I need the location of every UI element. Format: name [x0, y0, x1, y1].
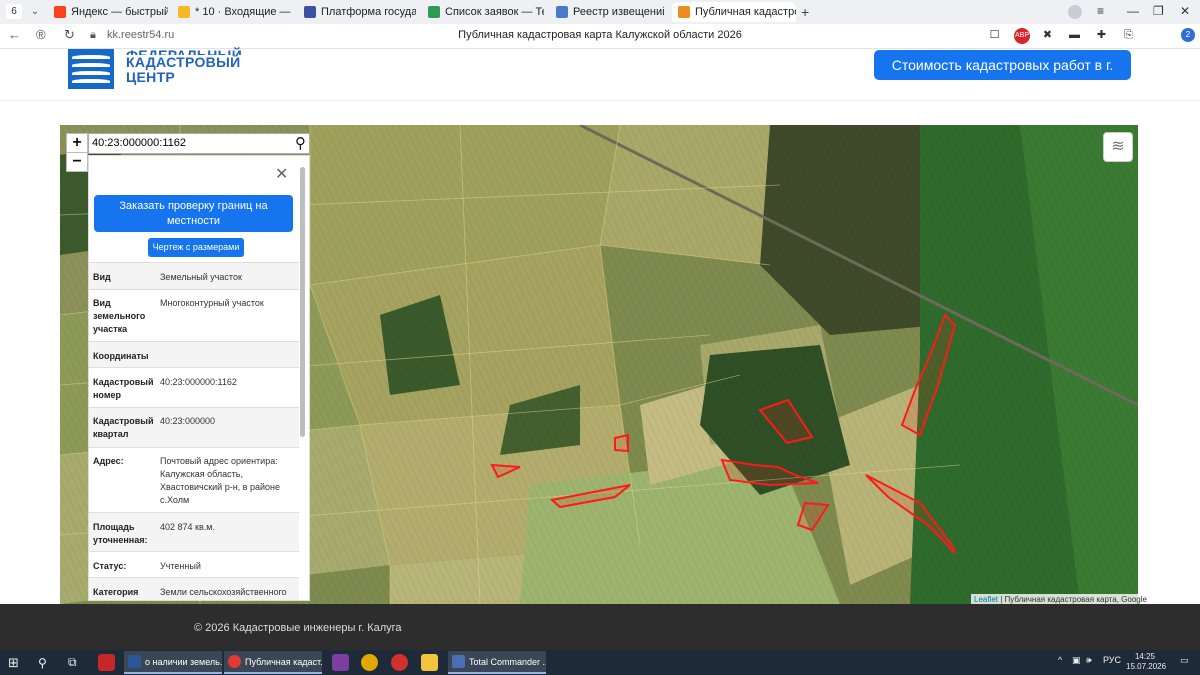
gmail-favicon-icon [428, 6, 440, 18]
profile-avatar-icon[interactable] [1068, 5, 1082, 19]
fcc-logo-icon[interactable] [68, 49, 114, 89]
taskbar-app-total-commander[interactable]: Total Commander ... [448, 651, 546, 674]
zoom-out-button[interactable]: − [66, 152, 88, 172]
mail-favicon-icon [178, 6, 190, 18]
bookmark-icon[interactable]: ☐ [987, 28, 1002, 43]
tab-label: Яндекс — быстрый поиск [71, 6, 168, 18]
search-icon[interactable]: ⚲ [295, 134, 306, 152]
search-icon[interactable]: ⚲ [38, 653, 47, 672]
tab-label: Платформа государстве [321, 6, 416, 18]
menu-icon[interactable]: ≡ [1097, 4, 1104, 18]
info-row: Вид Земельный участок [89, 262, 299, 290]
info-row: Адрес: Почтовый адрес ориентира: Калужск… [89, 447, 299, 513]
drawing-with-dimensions-button[interactable]: Чертеж с размерами [148, 238, 244, 257]
leaflet-link[interactable]: Leaflet [974, 595, 998, 604]
site-footer: © 2026 Кадастровые инженеры г. Калуга [0, 604, 1200, 650]
layers-control-icon[interactable]: ≋ [1103, 132, 1133, 162]
tab-label: Реестр извещений [573, 6, 664, 18]
volume-icon[interactable]: 🕪︎ [1086, 655, 1092, 666]
tab-count-badge[interactable]: 6 [6, 4, 22, 19]
tab-yandex-mail[interactable]: * 10 · Входящие — Яндекс [178, 2, 292, 22]
panel-close-icon[interactable]: ✕ [275, 164, 288, 184]
cadastral-number-input[interactable] [89, 134, 285, 151]
yandex-browser-app-icon [228, 655, 241, 668]
map-favicon-icon [678, 6, 690, 18]
adblock-extension-icon[interactable]: ABP [1014, 28, 1030, 44]
task-view-icon[interactable]: ⧉ [68, 653, 77, 672]
tab-label: Список заявок — ТехноК [445, 6, 544, 18]
chrome-app-icon[interactable] [361, 654, 378, 671]
windows-start-icon[interactable]: ⊞ [8, 653, 19, 672]
emblem-favicon-icon [556, 6, 568, 18]
total-commander-app-icon [452, 655, 465, 668]
app-icon[interactable] [391, 654, 408, 671]
app-grid-icon[interactable] [332, 654, 349, 671]
cap-extension-icon[interactable]: ▬ [1067, 28, 1082, 43]
tab-notice-registry[interactable]: Реестр извещений [556, 2, 664, 22]
restore-icon[interactable]: ❐ [1153, 4, 1164, 18]
taskbar-app-browser[interactable]: Публичная кадаст... [224, 651, 322, 674]
cadastral-work-price-button[interactable]: Стоимость кадастровых работ в г. Калуга [874, 50, 1131, 103]
window-close-icon[interactable]: ✕ [1180, 4, 1190, 18]
info-row: Вид земельного участка Многоконтурный уч… [89, 289, 299, 342]
notifications-badge[interactable]: 2 [1181, 28, 1195, 42]
browser-tab-bar: 6 ⌄ Яндекс — быстрый поиск * 10 · Входящ… [0, 0, 1200, 24]
emblem-favicon-icon [304, 6, 316, 18]
new-tab-button[interactable]: + [801, 4, 809, 20]
order-boundary-check-button[interactable]: Заказать проверку границ на местности [94, 195, 293, 232]
info-row: Площадь уточненная: 402 874 кв.м. [89, 512, 299, 552]
share-icon[interactable]: ⎘ [1121, 28, 1136, 43]
keyboard-language[interactable]: РУС [1103, 655, 1121, 665]
tab-gov-platform[interactable]: Платформа государстве [304, 2, 416, 22]
file-explorer-icon[interactable] [421, 654, 438, 671]
panel-scrollbar[interactable] [300, 167, 305, 437]
copyright-text: © 2026 Кадастровые инженеры г. Калуга [194, 622, 402, 634]
tab-yandex-search[interactable]: Яндекс — быстрый поиск [54, 2, 168, 22]
site-header: ФЕДЕРАЛЬНЫЙ КАДАСТРОВЫЙ ЦЕНТР Стоимость … [0, 47, 1200, 103]
info-row: Кадастровый квартал 40:23:000000 [89, 407, 299, 448]
tab-label: * 10 · Входящие — Яндекс [195, 6, 292, 18]
acrobat-app-icon[interactable] [98, 654, 115, 671]
info-row: Координаты [89, 341, 299, 368]
extensions-icon[interactable]: ✚ [1094, 28, 1109, 43]
info-row: Статус: Учтенный [89, 551, 299, 578]
tray-expand-icon[interactable]: ^ [1058, 655, 1062, 665]
zoom-in-button[interactable]: + [66, 133, 88, 153]
info-row: Кадастровый номер 40:23:000000:1162 [89, 367, 299, 408]
minimize-icon[interactable]: — [1127, 4, 1139, 18]
cadastral-search-box: ⚲ [88, 133, 310, 154]
word-app-icon [128, 655, 141, 668]
tab-label: Публичная кадастрова [695, 6, 796, 18]
windows-taskbar: ⊞ ⚲ ⧉ о наличии земель... Публичная када… [0, 650, 1200, 675]
network-icon[interactable]: ▣ [1072, 655, 1081, 666]
notification-center-icon[interactable]: ▭ [1180, 655, 1189, 666]
clock[interactable]: 14:25 15.07.2026 [1126, 652, 1166, 672]
tab-list-chevron-icon[interactable]: ⌄ [27, 4, 43, 20]
taskbar-app-word[interactable]: о наличии земель... [124, 651, 222, 674]
info-row: Категория Земли сельскохозяйственного [89, 577, 299, 600]
tab-cadastral-map-active[interactable]: Публичная кадастрова ✕ [672, 2, 796, 22]
logo-text[interactable]: ФЕДЕРАЛЬНЫЙ КАДАСТРОВЫЙ ЦЕНТР [126, 47, 242, 85]
tools-extension-icon[interactable]: ✖ [1040, 28, 1055, 43]
tab-requests-list[interactable]: Список заявок — ТехноК [428, 2, 544, 22]
yandex-favicon-icon [54, 6, 66, 18]
